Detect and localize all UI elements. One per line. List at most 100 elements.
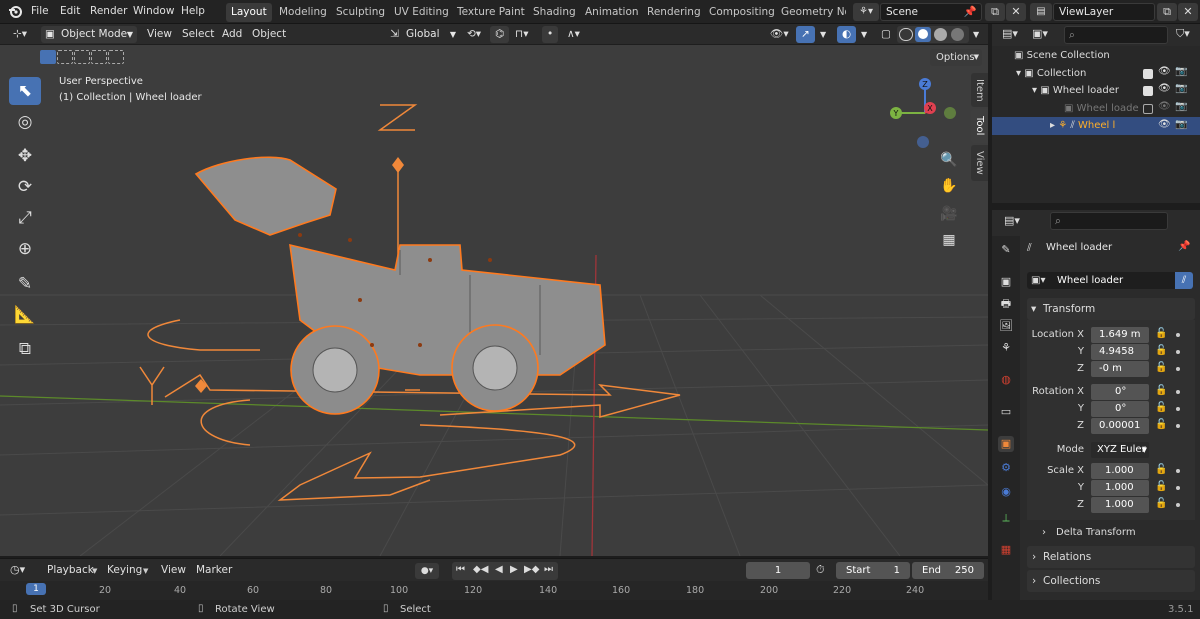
tool-tab-icon[interactable]: ✎ — [998, 242, 1014, 258]
shading-dropdown-icon[interactable]: ▼ — [968, 26, 984, 43]
physics-tab-icon[interactable]: ◉ — [998, 484, 1014, 500]
checkbox-icon[interactable] — [1143, 69, 1153, 79]
overlay-toggle-icon[interactable]: ◐ — [837, 26, 857, 43]
gizmo-toggle-icon[interactable]: ↗ — [796, 26, 815, 43]
menu-add[interactable]: Add — [217, 26, 247, 43]
blender-logo-icon[interactable] — [8, 4, 23, 19]
relations-panel-header[interactable]: › Relations — [1027, 546, 1195, 568]
lock-icon[interactable]: 🔓 — [1155, 481, 1167, 492]
eye-icon[interactable]: 👁 — [1158, 101, 1171, 112]
pin-icon[interactable]: 📌 — [964, 4, 977, 20]
stopwatch-icon[interactable]: ⏱ — [816, 563, 825, 577]
tab-compositing[interactable]: Compositing — [704, 3, 780, 22]
play-reverse-icon[interactable]: ◀ — [495, 564, 503, 575]
select-extend-icon[interactable] — [57, 50, 73, 64]
lock-icon[interactable]: 🔓 — [1155, 464, 1167, 475]
rotation-mode-dropdown[interactable]: XYZ Euler ▼ — [1091, 442, 1149, 458]
outliner-editor-icon[interactable]: ▤▾ — [1002, 27, 1018, 40]
filter-icon[interactable]: ⛉▾ — [1176, 27, 1190, 41]
lock-icon[interactable]: 🔓 — [1155, 362, 1167, 373]
viewlayer-type-icon[interactable]: ▤ — [1030, 3, 1052, 21]
transform-tool-icon[interactable]: ⊕ — [9, 235, 41, 263]
new-viewlayer-icon[interactable]: ⧉ — [1157, 3, 1177, 21]
add-cube-tool-icon[interactable]: ⧉ — [9, 335, 41, 363]
tab-texture-paint[interactable]: Texture Paint — [452, 3, 530, 22]
select-box-tool-icon[interactable]: ⬉ — [9, 77, 41, 105]
menu-help[interactable]: Help — [181, 5, 205, 17]
snap-icon[interactable]: ⌬ — [490, 26, 510, 43]
measure-tool-icon[interactable]: 📐 — [9, 301, 41, 329]
view-layer-tab-icon[interactable]: 🖼 — [998, 318, 1014, 334]
keyframe-dot-icon[interactable] — [1176, 367, 1180, 371]
gizmo-dropdown-icon[interactable]: ▼ — [815, 26, 831, 43]
delete-scene-icon[interactable]: ✕ — [1006, 3, 1026, 21]
delta-transform-subpanel[interactable]: › Delta Transform — [1034, 524, 1192, 542]
outliner-row-scene-collection[interactable]: ▣ Scene Collection — [992, 47, 1200, 65]
outliner-search-input[interactable]: ⌕ — [1064, 26, 1168, 44]
camera-icon[interactable]: 📷 — [1175, 119, 1187, 130]
pin-icon[interactable]: 📌 — [1178, 241, 1190, 252]
object-tab-icon[interactable]: ▣ — [998, 436, 1014, 452]
tab-sculpting[interactable]: Sculpting — [331, 3, 390, 22]
timeline-editor-icon[interactable]: ◷▾ — [10, 563, 25, 576]
camera-icon[interactable]: 📷 — [1175, 101, 1187, 112]
properties-editor-icon[interactable]: ▤▾ — [1004, 214, 1020, 227]
render-tab-icon[interactable]: ▣ — [998, 274, 1014, 290]
location-x-field[interactable]: 1.649 m — [1091, 327, 1149, 343]
rotation-z-field[interactable]: 0.00001 — [1091, 418, 1149, 434]
keyframe-dot-icon[interactable] — [1176, 333, 1180, 337]
menu-render[interactable]: Render — [90, 5, 127, 17]
sidebar-tab-tool[interactable]: Tool — [971, 109, 988, 143]
expand-icon[interactable]: ▸ — [1050, 120, 1058, 131]
3d-viewport[interactable]: User Perspective (1) Collection | Wheel … — [0, 45, 988, 556]
display-mode-icon[interactable]: ▣▾ — [1032, 27, 1048, 40]
rotation-y-field[interactable]: 0° — [1091, 401, 1149, 417]
keyframe-dot-icon[interactable] — [1176, 503, 1180, 507]
tab-rendering[interactable]: Rendering — [642, 3, 706, 22]
keyframe-dot-icon[interactable] — [1176, 424, 1180, 428]
scene-selector[interactable]: Scene 📌 — [880, 3, 982, 21]
jump-keyframe-back-icon[interactable]: ◆◀ — [473, 564, 488, 575]
checkbox-icon[interactable] — [1143, 104, 1153, 114]
record-icon[interactable]: ●▾ — [415, 563, 439, 579]
rotation-x-field[interactable]: 0° — [1091, 384, 1149, 400]
move-tool-icon[interactable]: ✥ — [9, 142, 41, 170]
eye-icon[interactable]: 👁 — [1158, 119, 1171, 130]
falloff-icon[interactable]: ∧▾ — [562, 26, 585, 43]
lock-icon[interactable]: 🔓 — [1155, 328, 1167, 339]
menu-timeline-view[interactable]: View — [156, 562, 191, 579]
lock-icon[interactable]: 🔓 — [1155, 345, 1167, 356]
expand-icon[interactable]: ▾ — [1016, 68, 1024, 79]
camera-view-icon[interactable]: 🎥 — [937, 202, 961, 226]
rotate-tool-icon[interactable]: ⟳ — [9, 173, 41, 201]
mode-selector[interactable]: ▣ Object Mode ▼ — [41, 26, 137, 43]
navigation-gizmo[interactable]: Z Y X — [885, 75, 965, 155]
checkbox-icon[interactable] — [1143, 86, 1153, 96]
keyframe-dot-icon[interactable] — [1176, 486, 1180, 490]
menu-file[interactable]: File — [31, 5, 49, 17]
visibility-icon[interactable]: 👁▾ — [765, 26, 794, 43]
data-tab-icon[interactable]: ▦ — [998, 542, 1014, 558]
select-invert-icon[interactable] — [91, 50, 107, 64]
select-subtract-icon[interactable] — [74, 50, 90, 64]
menu-view[interactable]: View — [142, 26, 177, 43]
start-frame-field[interactable]: Start 1 — [836, 562, 910, 579]
xray-icon[interactable]: ▢ — [876, 26, 896, 43]
menu-playback[interactable]: Playback — [42, 562, 99, 579]
location-z-field[interactable]: -0 m — [1091, 361, 1149, 377]
menu-select[interactable]: Select — [177, 26, 219, 43]
object-name-field[interactable]: ▣▾ Wheel loader ⫽ — [1027, 272, 1193, 289]
tab-uv-editing[interactable]: UV Editing — [389, 3, 454, 22]
rendered-shading-icon[interactable] — [951, 28, 964, 41]
tab-layout[interactable]: Layout — [226, 3, 272, 22]
collection-tab-icon[interactable]: ▭ — [998, 404, 1014, 420]
tab-animation[interactable]: Animation — [580, 3, 644, 22]
keyframe-dot-icon[interactable] — [1176, 407, 1180, 411]
lock-icon[interactable]: 🔓 — [1155, 402, 1167, 413]
lock-icon[interactable]: 🔓 — [1155, 498, 1167, 509]
jump-keyframe-forward-icon[interactable]: ▶◆ — [524, 564, 539, 575]
select-intersect-icon[interactable] — [108, 50, 124, 64]
properties-search-input[interactable]: ⌕ — [1050, 212, 1168, 230]
perspective-toggle-icon[interactable]: ▦ — [937, 228, 961, 252]
menu-keying[interactable]: Keying — [102, 562, 147, 579]
